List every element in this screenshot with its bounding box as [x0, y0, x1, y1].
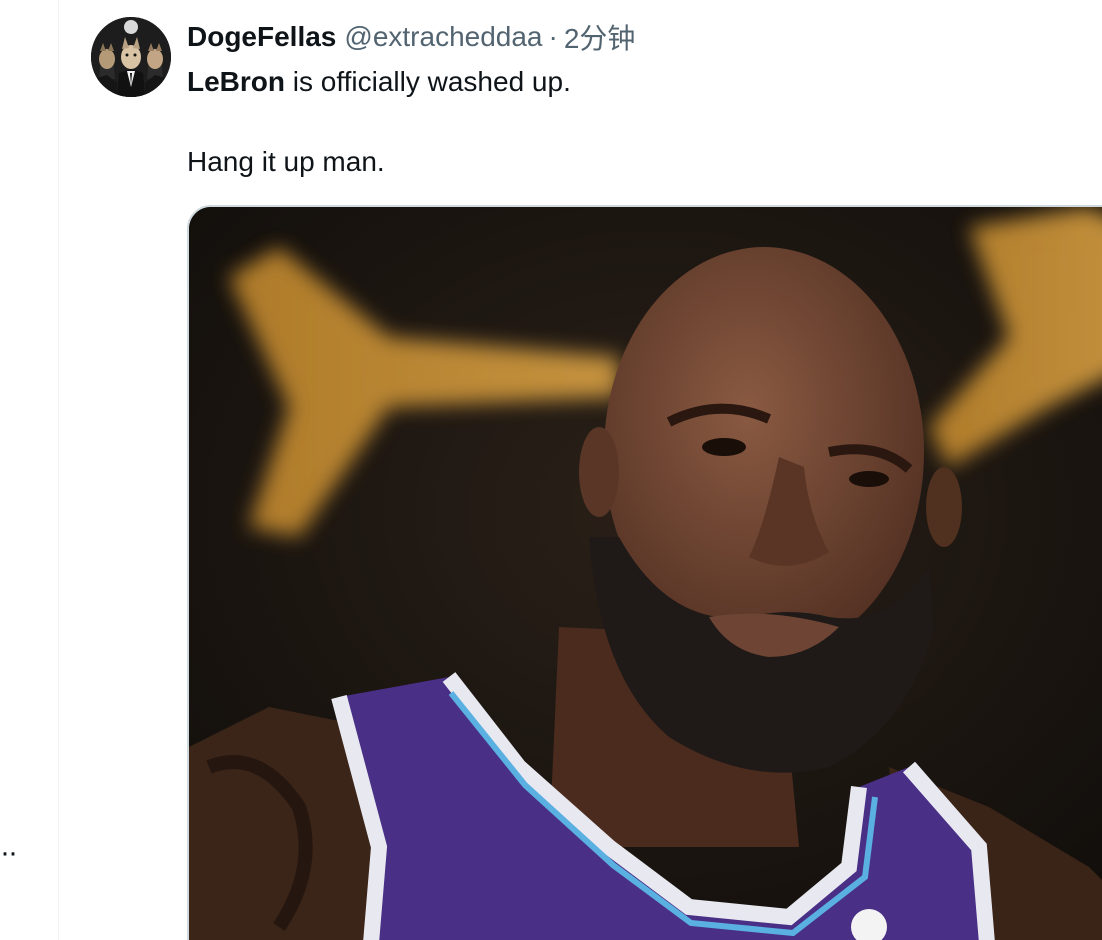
more-options-icon[interactable]: ·· — [0, 838, 18, 868]
tweet-timestamp[interactable]: 2分钟 — [564, 17, 636, 57]
tweet-text-line-1: LeBron is officially washed up. — [187, 62, 571, 102]
display-name[interactable]: DogeFellas — [187, 21, 336, 53]
tweet-text-rest: is officially washed up. — [285, 66, 571, 97]
user-handle[interactable]: @extracheddaa — [344, 21, 542, 53]
avatar-three-dogs-icon — [91, 17, 171, 97]
column-divider — [58, 0, 59, 940]
separator-dot: · — [548, 21, 558, 52]
tweet-text-line-2: Hang it up man. — [187, 146, 385, 177]
tweet-detail-page: ·· DogeFellas @extracheddaa · 2分钟 LeBron… — [0, 0, 1102, 940]
tweet-text-bold: LeBron — [187, 66, 285, 97]
left-sidebar: ·· — [0, 0, 58, 940]
tweet-header: DogeFellas @extracheddaa · 2分钟 — [187, 17, 635, 57]
basketball-player-photo-icon — [189, 207, 1102, 940]
tweet-media-photo[interactable] — [187, 205, 1102, 940]
tweet-text: LeBron is officially washed up. Hang it … — [187, 62, 571, 182]
avatar[interactable] — [91, 17, 171, 97]
